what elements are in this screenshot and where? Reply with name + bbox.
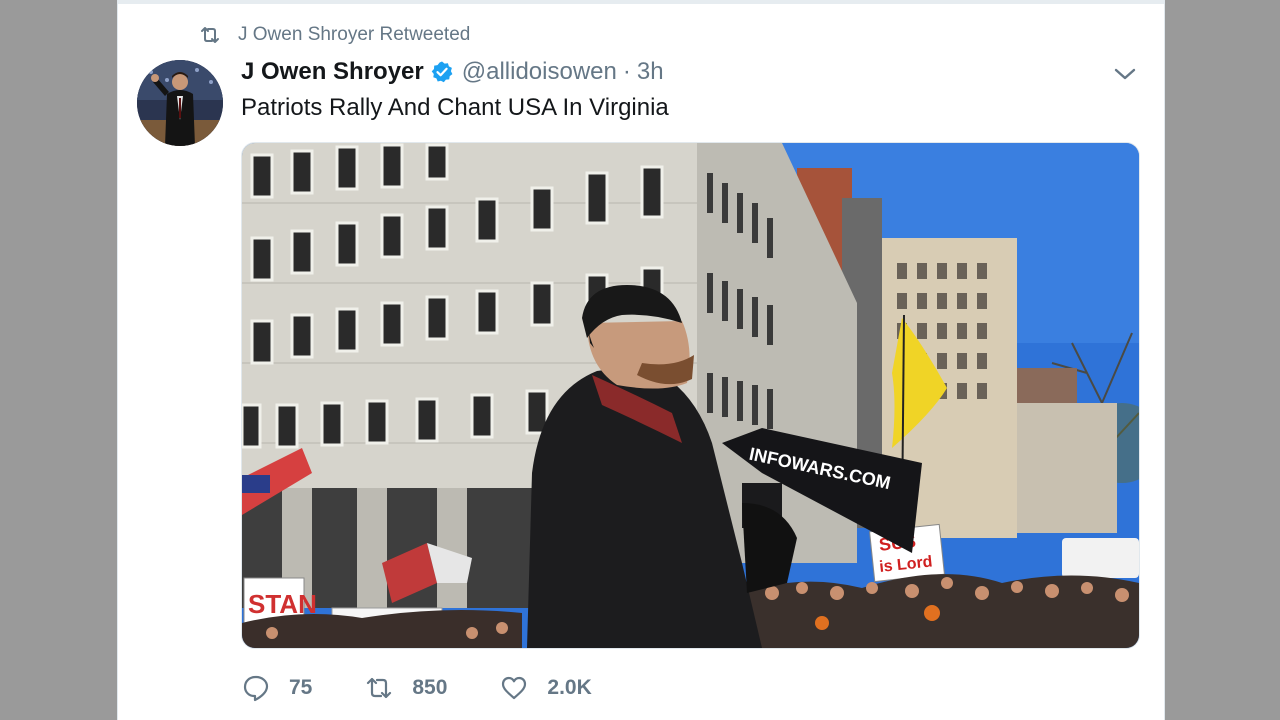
like-count: 2.0K	[547, 676, 592, 699]
chevron-down-icon[interactable]	[1112, 63, 1138, 85]
like-button[interactable]: 2.0K	[499, 673, 592, 703]
tweet-card[interactable]: J Owen Shroyer Retweeted J Owen Shroyer …	[117, 0, 1165, 720]
retweet-icon	[201, 27, 219, 43]
reply-count: 75	[289, 676, 313, 699]
author-handle[interactable]: @allidoisowen	[462, 58, 617, 86]
avatar[interactable]	[137, 60, 223, 146]
reply-icon	[243, 675, 269, 702]
retweet-icon	[367, 677, 392, 699]
tweet-header: J Owen Shroyer @allidoisowen · 3h	[241, 56, 664, 88]
separator-dot: ·	[622, 58, 631, 85]
tweet-video[interactable]: STAN SUS is Lord	[241, 142, 1140, 649]
tweet-actions: 75 850 2.0K	[241, 668, 644, 708]
reply-button[interactable]: 75	[241, 673, 312, 703]
tweet-text: Patriots Rally And Chant USA In Virginia	[241, 94, 669, 121]
tweet-timestamp[interactable]: 3h	[637, 58, 664, 86]
author-name[interactable]: J Owen Shroyer	[241, 58, 424, 86]
retweet-context[interactable]: J Owen Shroyer Retweeted	[198, 23, 470, 47]
retweet-count: 850	[412, 676, 448, 699]
heart-icon	[502, 676, 527, 700]
divider	[118, 0, 1164, 4]
retweet-label[interactable]: J Owen Shroyer Retweeted	[238, 24, 470, 46]
video-frame: STAN SUS is Lord	[242, 143, 1139, 648]
verified-badge-icon	[431, 61, 453, 83]
avatar-image	[137, 60, 223, 146]
retweet-button[interactable]: 850	[364, 673, 447, 703]
